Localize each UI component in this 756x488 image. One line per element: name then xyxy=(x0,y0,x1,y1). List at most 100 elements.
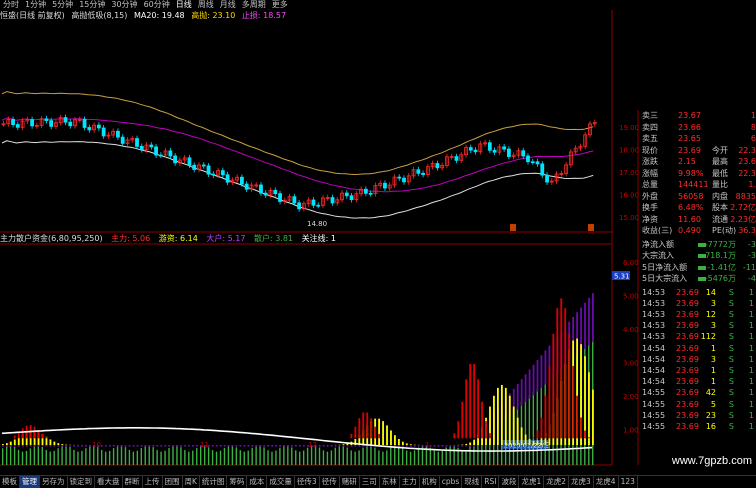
retail-bar xyxy=(295,450,296,465)
retail-bar xyxy=(430,448,431,465)
axis-tick-label: 19.00 xyxy=(619,124,639,132)
bottom-tab[interactable]: 赌研 xyxy=(340,476,360,488)
tick-time: 14:55 xyxy=(642,410,665,422)
retail-bar xyxy=(212,450,213,465)
flow-row: 5日净流入额-1.41亿-11 xyxy=(640,262,756,274)
bottom-tab[interactable]: 上传 xyxy=(143,476,163,488)
large-holder-bar xyxy=(77,445,79,447)
candle-body xyxy=(97,125,100,128)
large-holder-bar xyxy=(347,445,349,447)
bottom-tab[interactable]: 另存为 xyxy=(40,476,68,488)
large-holder-bar xyxy=(541,355,543,388)
axis-tick-label: 1.00 xyxy=(623,427,639,435)
large-holder-bar xyxy=(180,445,182,447)
date-tag: 2020/01/22/三 xyxy=(504,442,551,450)
hot-money-bar xyxy=(497,388,499,445)
main-force-bar xyxy=(564,308,566,438)
bottom-tab[interactable]: 看大盘 xyxy=(95,476,123,488)
bottom-tab[interactable]: 机构 xyxy=(420,476,440,488)
bottom-tab[interactable]: 模板 xyxy=(0,476,20,488)
hot-money-bar xyxy=(61,444,63,445)
candle-body xyxy=(226,175,229,182)
quote-label: 涨幅 xyxy=(642,168,658,180)
large-holder-bar xyxy=(81,445,83,447)
bottom-tab[interactable]: 龙虎4 xyxy=(594,476,619,488)
bottom-tab[interactable]: 径传 xyxy=(320,476,340,488)
main-force-bar xyxy=(541,417,543,438)
hot-money-bar xyxy=(410,444,412,445)
retail-bar xyxy=(176,445,177,465)
retail-bar xyxy=(370,445,371,465)
quote-label: 外盘 xyxy=(642,191,658,203)
large-holder-bar xyxy=(473,445,475,447)
large-holder-bar xyxy=(299,445,301,447)
bottom-tab[interactable]: 锁定到 xyxy=(68,476,96,488)
candle-body xyxy=(174,156,177,163)
retail-bar xyxy=(335,448,336,465)
large-holder-bar xyxy=(267,445,269,447)
retail-bar xyxy=(117,446,118,465)
quote-value: 6.48% xyxy=(678,202,703,214)
tick-row: 14:5523.6923S1 xyxy=(640,410,756,422)
main-force-bar xyxy=(465,379,467,438)
main-force-bar xyxy=(453,433,455,438)
bottom-tab[interactable]: 成本 xyxy=(247,476,267,488)
bottom-tab[interactable]: 统计图 xyxy=(200,476,228,488)
retail-bar xyxy=(287,445,288,465)
bottom-tab[interactable]: 团围 xyxy=(163,476,183,488)
bottom-tab[interactable]: 三司 xyxy=(360,476,380,488)
quote-label: 最低 xyxy=(712,168,728,180)
large-holder-bar xyxy=(172,445,174,447)
retail-bar xyxy=(2,448,3,465)
retail-bar xyxy=(414,450,415,465)
large-holder-bar xyxy=(184,445,186,447)
quote-row: 涨幅9.98%最低22.3 xyxy=(640,168,756,180)
retail-bar xyxy=(358,450,359,465)
bottom-tab[interactable]: RSI xyxy=(482,476,499,488)
retail-bar xyxy=(267,450,268,465)
tick-row: 14:5423.691S1 xyxy=(640,365,756,377)
large-holder-bar xyxy=(85,445,87,447)
large-holder-bar xyxy=(2,445,4,447)
bottom-tab[interactable]: 主力 xyxy=(400,476,420,488)
large-holder-bar xyxy=(545,350,547,384)
candle-body xyxy=(45,119,48,121)
candle-body xyxy=(455,157,458,161)
hot-money-bar xyxy=(505,388,507,445)
large-holder-bar xyxy=(26,445,28,447)
large-holder-bar xyxy=(129,445,131,447)
bottom-tab[interactable]: 现线 xyxy=(462,476,482,488)
hot-money-bar xyxy=(14,439,16,445)
bottom-tab[interactable]: 筹码 xyxy=(227,476,247,488)
bottom-tab[interactable]: 径传3 xyxy=(295,476,320,488)
hot-money-bar xyxy=(402,442,404,445)
tick-count: 1 xyxy=(749,399,754,411)
quote-row: 卖四23.668 xyxy=(640,122,756,134)
tick-count: 1 xyxy=(749,354,754,366)
bottom-tab[interactable]: 管理 xyxy=(20,476,40,488)
bottom-tab[interactable]: 龙虎3 xyxy=(569,476,594,488)
bottom-tab[interactable]: 龙虎1 xyxy=(519,476,544,488)
main-force-bar xyxy=(576,396,578,439)
bottom-tab[interactable]: 龙虎2 xyxy=(544,476,569,488)
tick-side: S xyxy=(729,309,734,321)
bottom-tab[interactable]: cpbs xyxy=(440,476,463,488)
candle-body xyxy=(293,197,296,203)
tick-side: S xyxy=(729,399,734,411)
candle-body xyxy=(136,139,139,147)
retail-bar xyxy=(465,452,466,465)
flow-pct: -4 xyxy=(748,273,756,285)
bottom-tab[interactable]: 周K xyxy=(183,476,200,488)
candle-body xyxy=(31,120,34,126)
quote-value: 2.15 xyxy=(678,156,696,168)
bottom-tab[interactable]: 东林 xyxy=(380,476,400,488)
bottom-tab[interactable]: 成交量 xyxy=(267,476,295,488)
retail-bar xyxy=(402,448,403,465)
bottom-tab[interactable]: 123 xyxy=(619,476,638,488)
retail-bar xyxy=(232,445,233,465)
axis-tick-label: 2.00 xyxy=(623,393,639,401)
bottom-tab[interactable]: 群断 xyxy=(123,476,143,488)
retail-bar xyxy=(343,445,344,465)
bottom-tab[interactable]: 波段 xyxy=(499,476,519,488)
retail-bar xyxy=(382,452,383,465)
